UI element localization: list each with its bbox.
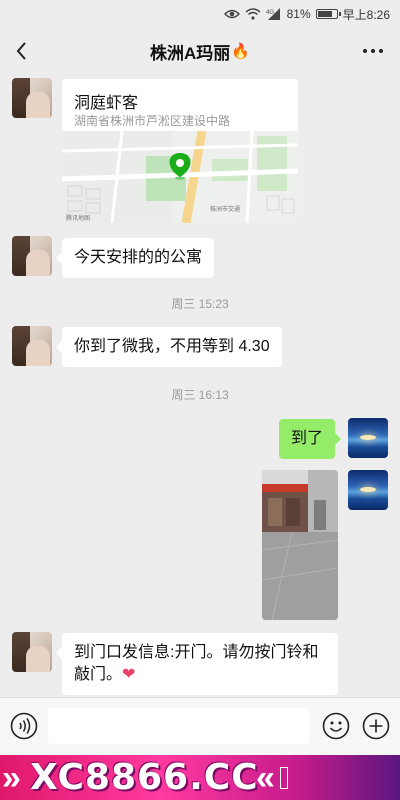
map-poi-label: 株洲市交通 xyxy=(210,205,240,213)
svg-text:4G: 4G xyxy=(266,10,274,16)
voice-icon[interactable] xyxy=(10,712,38,740)
my-avatar[interactable] xyxy=(348,470,388,510)
message-input[interactable] xyxy=(48,708,310,744)
battery-percent: 81% xyxy=(286,7,311,21)
location-name: 洞庭虾客 xyxy=(74,95,139,112)
message-bubble[interactable]: 到门口发信息:开门。请勿按门铃和敲门。❤ xyxy=(56,633,338,695)
message-bubble[interactable]: 你到了微我，不用等到 4.30 xyxy=(56,327,282,367)
battery-icon xyxy=(315,9,341,19)
contact-avatar[interactable] xyxy=(12,236,52,276)
chat-header: 株洲A玛丽 🔥 xyxy=(0,28,400,74)
my-avatar[interactable] xyxy=(348,418,388,458)
my-message-bubble[interactable]: 到了 xyxy=(279,419,342,459)
plus-icon[interactable] xyxy=(362,712,390,740)
map-preview: 腾讯地图 株洲市交通 xyxy=(62,131,298,223)
more-icon[interactable] xyxy=(360,40,386,62)
input-bar xyxy=(0,697,400,756)
contact-avatar[interactable] xyxy=(12,78,52,118)
fire-emoji: 🔥 xyxy=(231,43,250,60)
contact-avatar[interactable] xyxy=(12,326,52,366)
status-bar: 4G 81% 早上8:26 xyxy=(0,0,400,28)
signal-icon: 4G xyxy=(266,8,280,20)
map-watermark: 腾讯地图 xyxy=(66,214,90,222)
ad-tag xyxy=(280,767,288,789)
message-text: 到门口发信息:开门。请勿按门铃和敲门。 xyxy=(74,644,319,683)
sent-photo[interactable] xyxy=(262,470,338,620)
chevron-right-icon: » xyxy=(2,759,21,797)
ad-banner[interactable]: » XC8866.CC « xyxy=(0,755,400,800)
ad-brand: XC8866.CC xyxy=(30,757,259,798)
photo-image xyxy=(262,470,338,620)
location-card[interactable]: 洞庭虾客 湖南省株洲市芦淞区建设中路 腾讯地图 株洲市交通 xyxy=(62,79,298,223)
location-address: 湖南省株洲市芦淞区建设中路 xyxy=(74,114,231,128)
contact-avatar[interactable] xyxy=(12,632,52,672)
emoji-icon[interactable] xyxy=(322,712,350,740)
eye-icon xyxy=(223,9,240,19)
back-arrow-icon[interactable] xyxy=(10,38,36,64)
timestamp: 周三 16:13 xyxy=(171,388,229,402)
chat-title: 株洲A玛丽 xyxy=(150,43,231,63)
wifi-icon xyxy=(245,8,261,20)
clock: 早上8:26 xyxy=(342,7,390,22)
battery-fill xyxy=(317,11,332,17)
timestamp: 周三 15:23 xyxy=(171,297,229,311)
heart-emoji: ❤ xyxy=(122,666,136,683)
chevron-left-icon: « xyxy=(256,759,275,797)
message-bubble[interactable]: 今天安排的的公寓 xyxy=(55,238,215,278)
